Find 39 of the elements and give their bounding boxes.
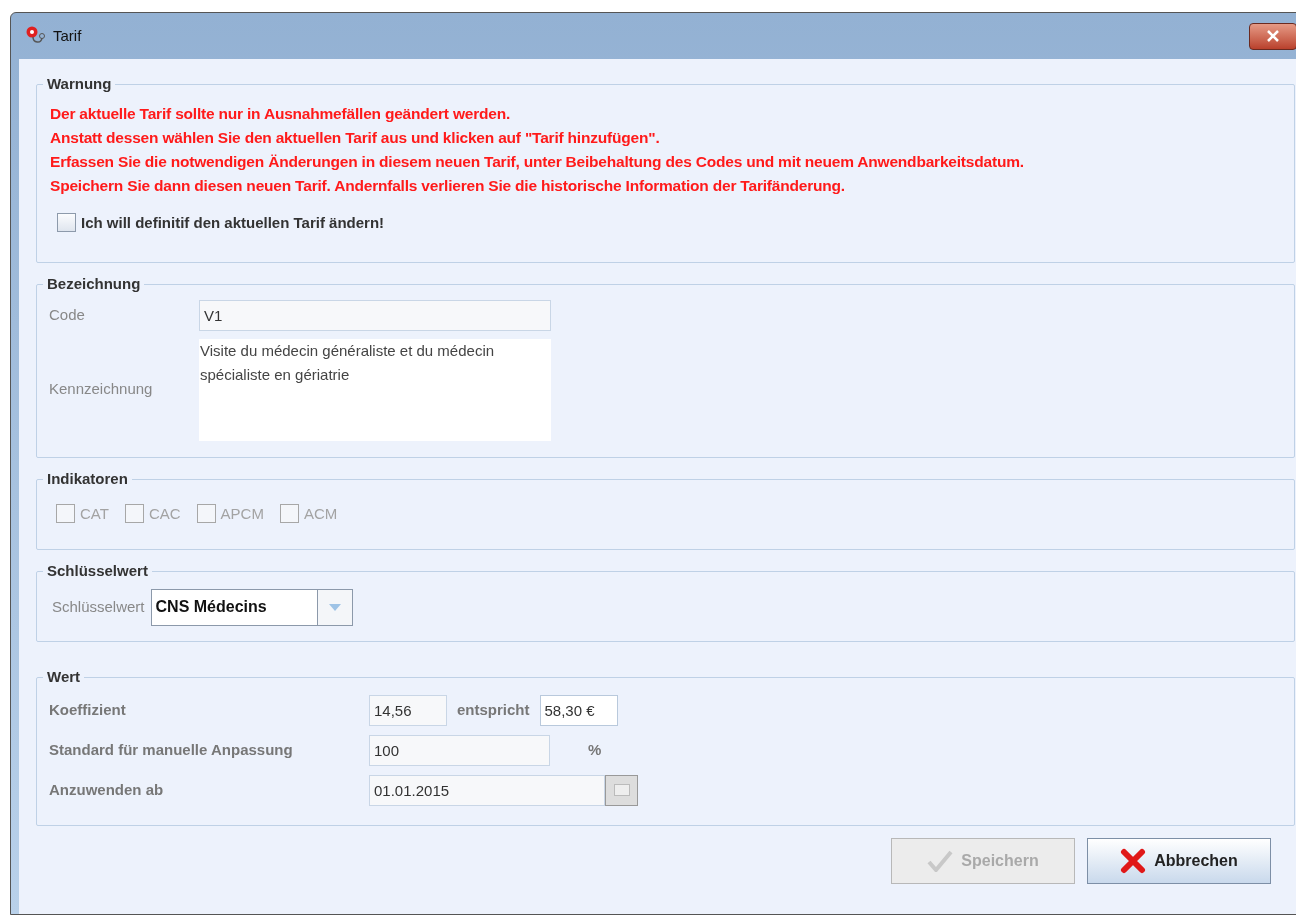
field-label: Kennzeichnung [49,379,154,400]
close-button[interactable] [1249,22,1296,50]
checkbox-label: CAC [148,503,181,524]
field-label: entspricht [457,699,530,720]
checkmark-icon [927,850,954,872]
checkbox[interactable] [57,213,76,233]
checkbox-label: CAT [80,503,109,524]
group-legend: Bezeichnung [43,273,145,296]
text-field[interactable]: V1 [199,299,551,331]
field-label: Code [49,304,86,325]
caret-icon [328,603,341,611]
calendar-icon [613,784,630,796]
text-field[interactable]: 58,30 € [539,694,618,726]
checkbox-label: Ich will definitif den aktuellen Tarif ändern! [81,212,385,233]
text-area[interactable]: Visite du médecin généraliste et du médecin spécialiste en gériatrie [199,338,551,441]
group-legend: Schlüsselwert [43,560,152,583]
checkbox-label: APCM [220,503,264,524]
group-legend: Wert [43,666,85,689]
field-label: Schlüsselwert [52,596,145,617]
field-label: Standard für manuelle Anpassung [49,739,294,760]
checkbox-label: ACM [303,503,338,524]
calendar-button[interactable] [605,774,638,806]
warning-text: Der aktuelle Tarif sollte nur in Ausnahmefällen geändert werden. [50,103,512,124]
text-field[interactable]: 100 [369,734,550,766]
window-title: Tarif [53,25,82,46]
unit-label: % [588,739,602,760]
text-field[interactable]: 14,56 [369,694,447,726]
field-label: Koeffizient [49,699,127,720]
group-legend: Warnung [43,73,116,96]
dropdown[interactable]: CNS Médecins [150,588,353,626]
warning-text: Anstatt dessen wählen Sie den aktuellen Tarif aus und klicken auf "Tarif hinzufügen". [50,127,661,148]
warning-text: Erfassen Sie die notwendigen Änderungen in diesem neuen Tarif, unter Beibehaltung des Codes und mit neuem Anwendbarkeitsdatum. [50,151,1025,172]
text-field[interactable]: 01.01.2015 [369,774,605,806]
warning-text: Speichern Sie dann diesen neuen Tarif. Andernfalls verlieren Sie die historische Information der Tarifänderung. [50,175,846,196]
cancel-button[interactable]: Abbrechen [1087,838,1271,884]
cross-icon [1120,848,1147,874]
field-label: Anzuwenden ab [49,779,165,800]
close-icon [1266,30,1280,42]
group-legend: Indikatoren [43,468,132,491]
